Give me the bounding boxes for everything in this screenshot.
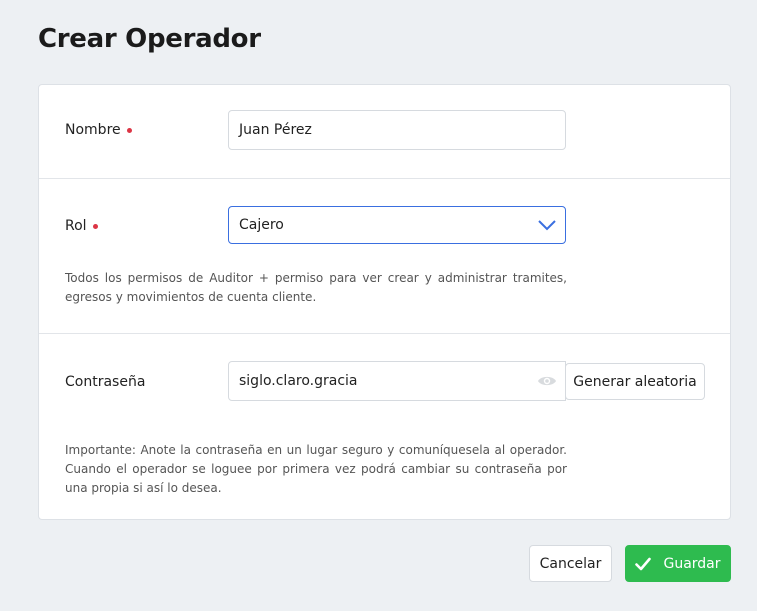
nombre-value: Juan Pérez — [239, 122, 312, 138]
generate-random-button[interactable]: Generar aleatoria — [565, 363, 705, 400]
chevron-down-icon — [538, 220, 556, 231]
cancel-label: Cancelar — [539, 555, 602, 572]
eye-icon[interactable] — [537, 374, 557, 388]
save-button[interactable]: Guardar — [625, 545, 731, 582]
password-label-text: Contraseña — [65, 374, 146, 390]
save-label: Guardar — [663, 555, 721, 572]
nombre-label: Nombre — [65, 122, 132, 138]
password-input[interactable]: siglo.claro.gracia — [228, 361, 566, 401]
nombre-input[interactable]: Juan Pérez — [228, 110, 566, 150]
required-indicator — [126, 127, 132, 133]
operator-form-card: Nombre Juan Pérez Rol Cajero Todos los p… — [38, 84, 731, 520]
password-value: siglo.claro.gracia — [239, 373, 358, 389]
page-title: Crear Operador — [38, 24, 261, 54]
check-icon — [635, 557, 652, 570]
rol-label-text: Rol — [65, 218, 87, 234]
cancel-button[interactable]: Cancelar — [529, 545, 612, 582]
password-label: Contraseña — [65, 374, 145, 390]
divider — [39, 178, 730, 179]
rol-value: Cajero — [239, 217, 284, 233]
divider — [39, 333, 730, 334]
rol-help-text: Todos los permisos de Auditor + permiso … — [65, 271, 567, 304]
nombre-label-text: Nombre — [65, 122, 121, 138]
rol-select[interactable]: Cajero — [228, 206, 566, 244]
required-indicator — [92, 223, 98, 229]
password-help-text: Importante: Anote la contraseña en un lu… — [65, 443, 567, 495]
rol-label: Rol — [65, 218, 98, 234]
